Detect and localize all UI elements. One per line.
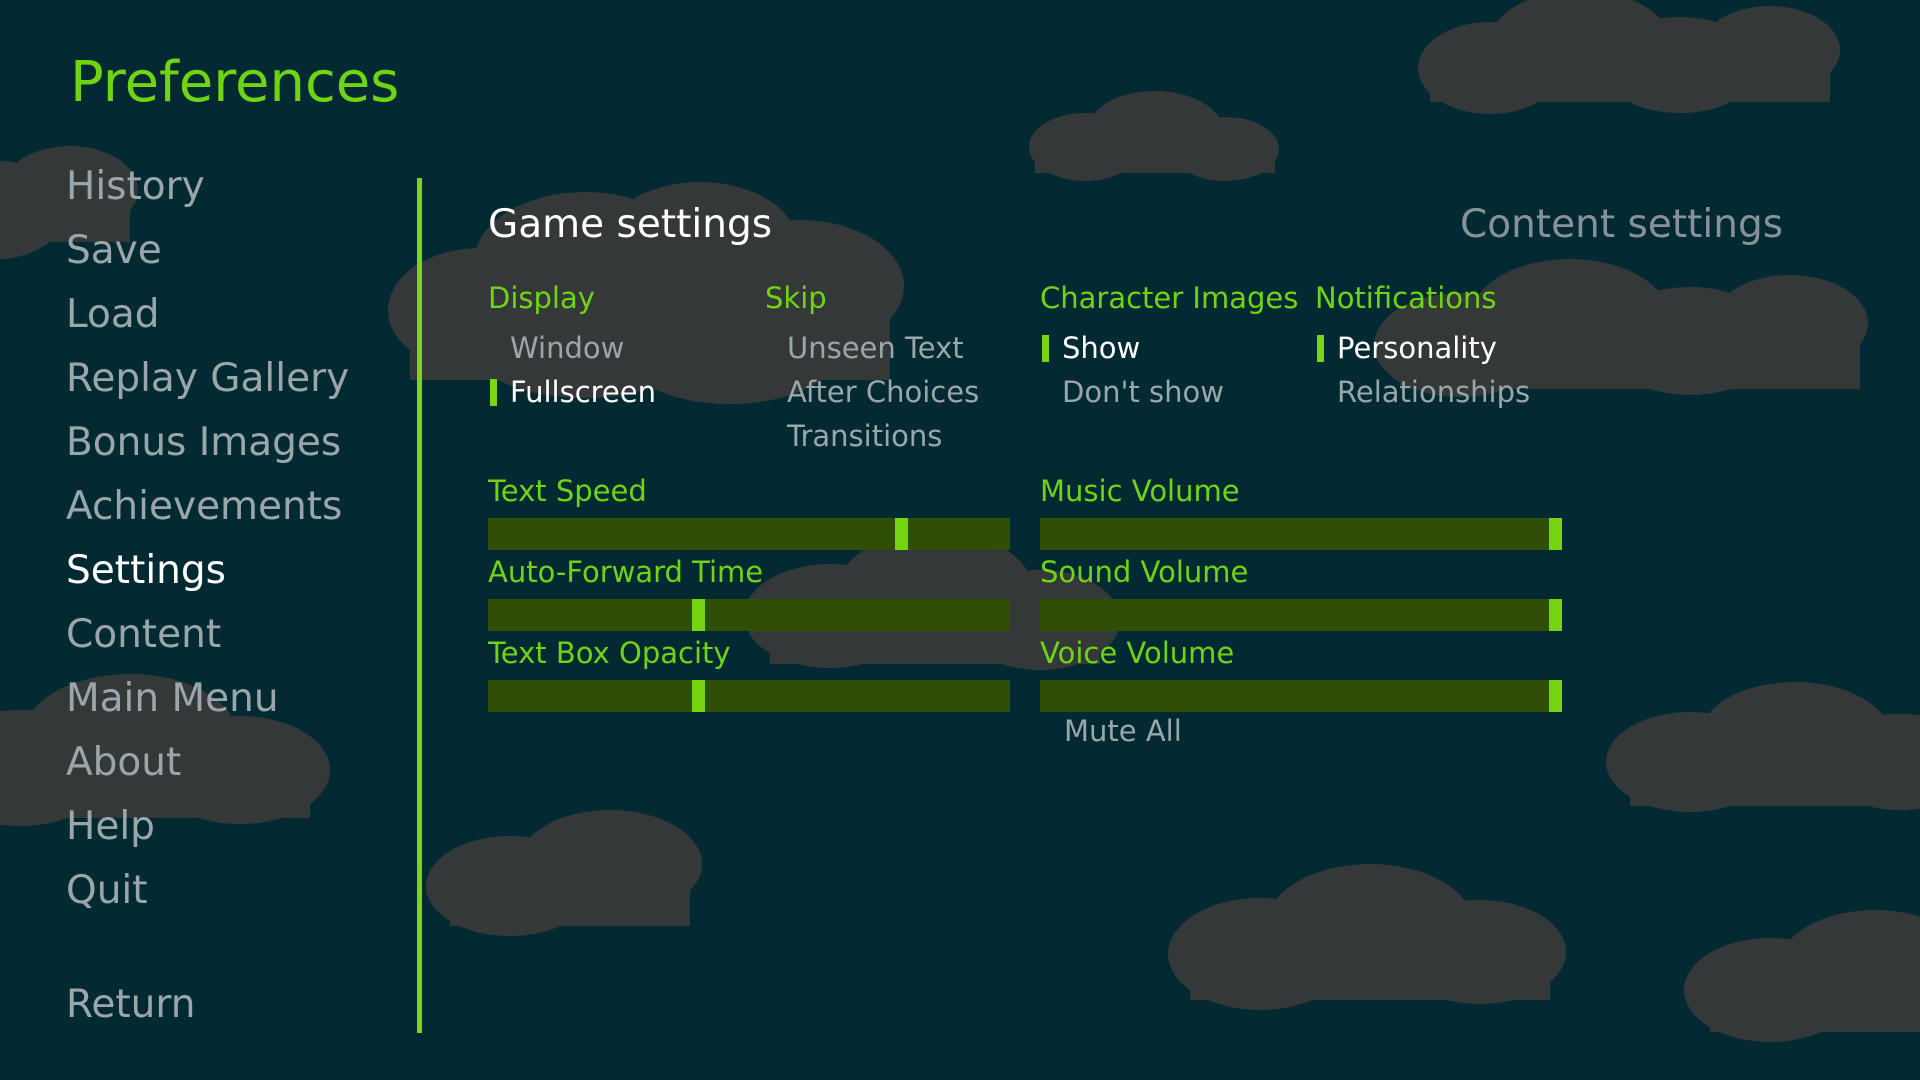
sidebar-item-achievements[interactable]: Achievements (66, 475, 342, 539)
slider-auto-forward-time-track[interactable] (488, 599, 1010, 631)
option-group-notifications-heading: Notifications (1315, 281, 1497, 315)
sidebar-item-main-menu[interactable]: Main Menu (66, 667, 336, 731)
option-group-display: Display Window Fullscreen (488, 284, 656, 414)
mute-all-button[interactable]: Mute All (1064, 717, 1182, 746)
tab-game-settings[interactable]: Game settings (488, 205, 772, 244)
slider-music-volume-track[interactable] (1040, 518, 1562, 550)
sidebar-item-bonus-images[interactable]: Bonus Images (66, 411, 341, 475)
sidebar-item-load[interactable]: Load (66, 283, 336, 347)
slider-text-speed-label: Text Speed (488, 474, 647, 508)
option-skip-after-choices[interactable]: After Choices (765, 370, 979, 414)
option-display-window[interactable]: Window (488, 326, 656, 370)
slider-text-speed: Text Speed (488, 477, 1010, 550)
slider-auto-forward-time-thumb[interactable] (692, 599, 705, 631)
option-group-display-heading: Display (488, 281, 595, 315)
slider-voice-volume-label: Voice Volume (1040, 636, 1235, 670)
option-skip-transitions[interactable]: Transitions (765, 414, 979, 458)
sidebar-item-return[interactable]: Return (66, 973, 336, 1037)
option-notifications-personality[interactable]: Personality (1315, 326, 1530, 370)
option-group-notifications: Notifications Personality Relationships (1315, 284, 1530, 414)
slider-music-volume-thumb[interactable] (1549, 518, 1562, 550)
slider-text-speed-track[interactable] (488, 518, 1010, 550)
slider-music-volume: Music Volume (1040, 477, 1562, 550)
slider-text-box-opacity-label: Text Box Opacity (488, 636, 731, 670)
slider-auto-forward-time: Auto-Forward Time (488, 558, 1010, 631)
settings-panel: Game settings Content settings Display W… (470, 180, 1870, 1040)
option-group-character-images: Character Images Show Don't show (1040, 284, 1298, 414)
tab-content-settings[interactable]: Content settings (1460, 205, 1783, 244)
sidebar-item-history[interactable]: History (66, 155, 336, 219)
option-group-skip-heading: Skip (765, 281, 827, 315)
sidebar-item-content[interactable]: Content (66, 603, 336, 667)
slider-text-speed-thumb[interactable] (895, 518, 908, 550)
option-character-images-show[interactable]: Show (1040, 326, 1298, 370)
sidebar-item-save[interactable]: Save (66, 219, 336, 283)
sidebar-item-about[interactable]: About (66, 731, 336, 795)
slider-text-box-opacity-thumb[interactable] (692, 680, 705, 712)
sidebar-item-replay-gallery[interactable]: Replay Gallery (66, 347, 349, 411)
sidebar-item-quit[interactable]: Quit (66, 859, 336, 923)
option-notifications-relationships[interactable]: Relationships (1315, 370, 1530, 414)
option-character-images-dont-show[interactable]: Don't show (1040, 370, 1298, 414)
page-title: Preferences (70, 50, 400, 115)
option-group-character-images-heading: Character Images (1040, 281, 1299, 315)
option-display-fullscreen[interactable]: Fullscreen (488, 370, 656, 414)
sidebar-navigation: History Save Load Replay Gallery Bonus I… (66, 155, 349, 1037)
slider-music-volume-label: Music Volume (1040, 474, 1240, 508)
slider-sound-volume-track[interactable] (1040, 599, 1562, 631)
slider-sound-volume: Sound Volume (1040, 558, 1562, 631)
slider-sound-volume-label: Sound Volume (1040, 555, 1249, 589)
vertical-divider (417, 178, 422, 1033)
sidebar-item-settings[interactable]: Settings (66, 539, 336, 603)
slider-text-box-opacity: Text Box Opacity (488, 639, 1010, 712)
preferences-screen: Preferences History Save Load Replay Gal… (0, 0, 1920, 1080)
option-group-skip: Skip Unseen Text After Choices Transitio… (765, 284, 979, 458)
slider-voice-volume: Voice Volume (1040, 639, 1562, 712)
slider-auto-forward-time-label: Auto-Forward Time (488, 555, 764, 589)
slider-text-box-opacity-track[interactable] (488, 680, 1010, 712)
slider-sound-volume-thumb[interactable] (1549, 599, 1562, 631)
option-skip-unseen-text[interactable]: Unseen Text (765, 326, 979, 370)
slider-voice-volume-track[interactable] (1040, 680, 1562, 712)
sidebar-item-help[interactable]: Help (66, 795, 336, 859)
slider-voice-volume-thumb[interactable] (1549, 680, 1562, 712)
